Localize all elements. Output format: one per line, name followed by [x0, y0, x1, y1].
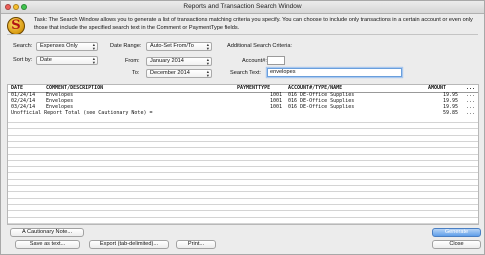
- sortby-popup[interactable]: Date ▴ ▾: [36, 56, 98, 65]
- row-separator: [8, 140, 478, 142]
- total-label: Unofficial Report Total (see Cautionary …: [11, 110, 153, 116]
- row-separator: [8, 147, 478, 149]
- minimize-window-button[interactable]: [13, 4, 19, 10]
- search-text-field[interactable]: envelopes: [267, 68, 402, 77]
- to-month-value: December 2014: [150, 70, 190, 76]
- cell-paymenttype: 1001: [270, 104, 283, 110]
- account-label: Account#:: [242, 58, 267, 64]
- cell-more: ...: [466, 110, 476, 116]
- export-button[interactable]: Export (tab-delimited)...: [89, 240, 169, 249]
- row-separator: [8, 166, 478, 168]
- search-window: Reports and Transaction Search Window S …: [0, 0, 485, 255]
- save-as-text-button[interactable]: Save as text...: [15, 240, 80, 249]
- col-date: DATE: [11, 85, 24, 91]
- additional-criteria-label: Additional Search Criteria:: [227, 43, 292, 49]
- updown-arrows-icon: ▴ ▾: [92, 56, 95, 65]
- close-button[interactable]: Close: [432, 240, 481, 249]
- title-bar: Reports and Transaction Search Window: [1, 1, 484, 14]
- window-title: Reports and Transaction Search Window: [183, 3, 302, 10]
- updown-arrows-icon: ▴ ▾: [92, 42, 95, 51]
- row-separator: [8, 153, 478, 155]
- cautionary-note-button[interactable]: A Cautionary Note...: [10, 228, 84, 237]
- print-button[interactable]: Print...: [176, 240, 216, 249]
- row-separator: [8, 178, 478, 180]
- row-separator: [8, 134, 478, 136]
- col-amount: AMOUNT: [428, 85, 447, 91]
- total-amount: 59.85: [443, 110, 459, 116]
- sortby-label: Sort by:: [13, 57, 33, 63]
- updown-arrows-icon: ▴ ▾: [206, 69, 209, 78]
- col-description: COMMENT/DESCRIPTION: [46, 85, 104, 91]
- table-header: DATE COMMENT/DESCRIPTION PAYMENTTYPE ACC…: [8, 85, 478, 93]
- results-table[interactable]: DATE COMMENT/DESCRIPTION PAYMENTTYPE ACC…: [7, 84, 479, 225]
- close-window-button[interactable]: [5, 4, 11, 10]
- cell-account: 016 DE-Office Supplies: [288, 104, 355, 110]
- updown-arrows-icon: ▴ ▾: [206, 57, 209, 66]
- search-label: Search:: [13, 43, 33, 49]
- row-separator: [8, 197, 478, 199]
- from-month-popup[interactable]: January 2014 ▴ ▾: [146, 57, 212, 66]
- searchtext-label: Search Text:: [230, 70, 261, 76]
- updown-arrows-icon: ▴ ▾: [206, 42, 209, 51]
- sortby-value: Date: [40, 57, 52, 63]
- daterange-value: Auto-Set From/To: [150, 43, 194, 49]
- row-separator: [8, 122, 478, 123]
- row-separator: [8, 216, 478, 218]
- search-type-value: Expenses Only: [40, 43, 78, 49]
- row-separator: [8, 128, 478, 130]
- daterange-popup[interactable]: Auto-Set From/To ▴ ▾: [146, 42, 212, 51]
- row-separator: [8, 185, 478, 186]
- account-field[interactable]: [267, 56, 285, 65]
- col-paymenttype: PAYMENTTYPE: [237, 85, 271, 91]
- zoom-window-button[interactable]: [21, 4, 27, 10]
- to-label: To:: [132, 70, 140, 76]
- col-account: ACCOUNT#/TYPE/NAME: [288, 85, 343, 91]
- from-label: From:: [125, 58, 140, 64]
- to-month-popup[interactable]: December 2014 ▴ ▾: [146, 69, 212, 78]
- header-divider: [7, 34, 478, 35]
- task-description: Task: The Search Window allows you to ge…: [34, 17, 473, 31]
- row-separator: [8, 159, 478, 161]
- row-separator: [8, 172, 478, 174]
- search-type-popup[interactable]: Expenses Only ▴ ▾: [36, 42, 98, 51]
- row-separator: [8, 191, 478, 193]
- col-more: ...: [466, 85, 476, 91]
- row-separator: [8, 222, 478, 224]
- app-logo-icon: S: [7, 17, 25, 35]
- row-separator: [8, 203, 478, 205]
- generate-button[interactable]: Generate: [432, 228, 481, 237]
- row-separator: [8, 210, 478, 212]
- daterange-label: Date Range:: [110, 43, 142, 49]
- from-month-value: January 2014: [150, 58, 184, 64]
